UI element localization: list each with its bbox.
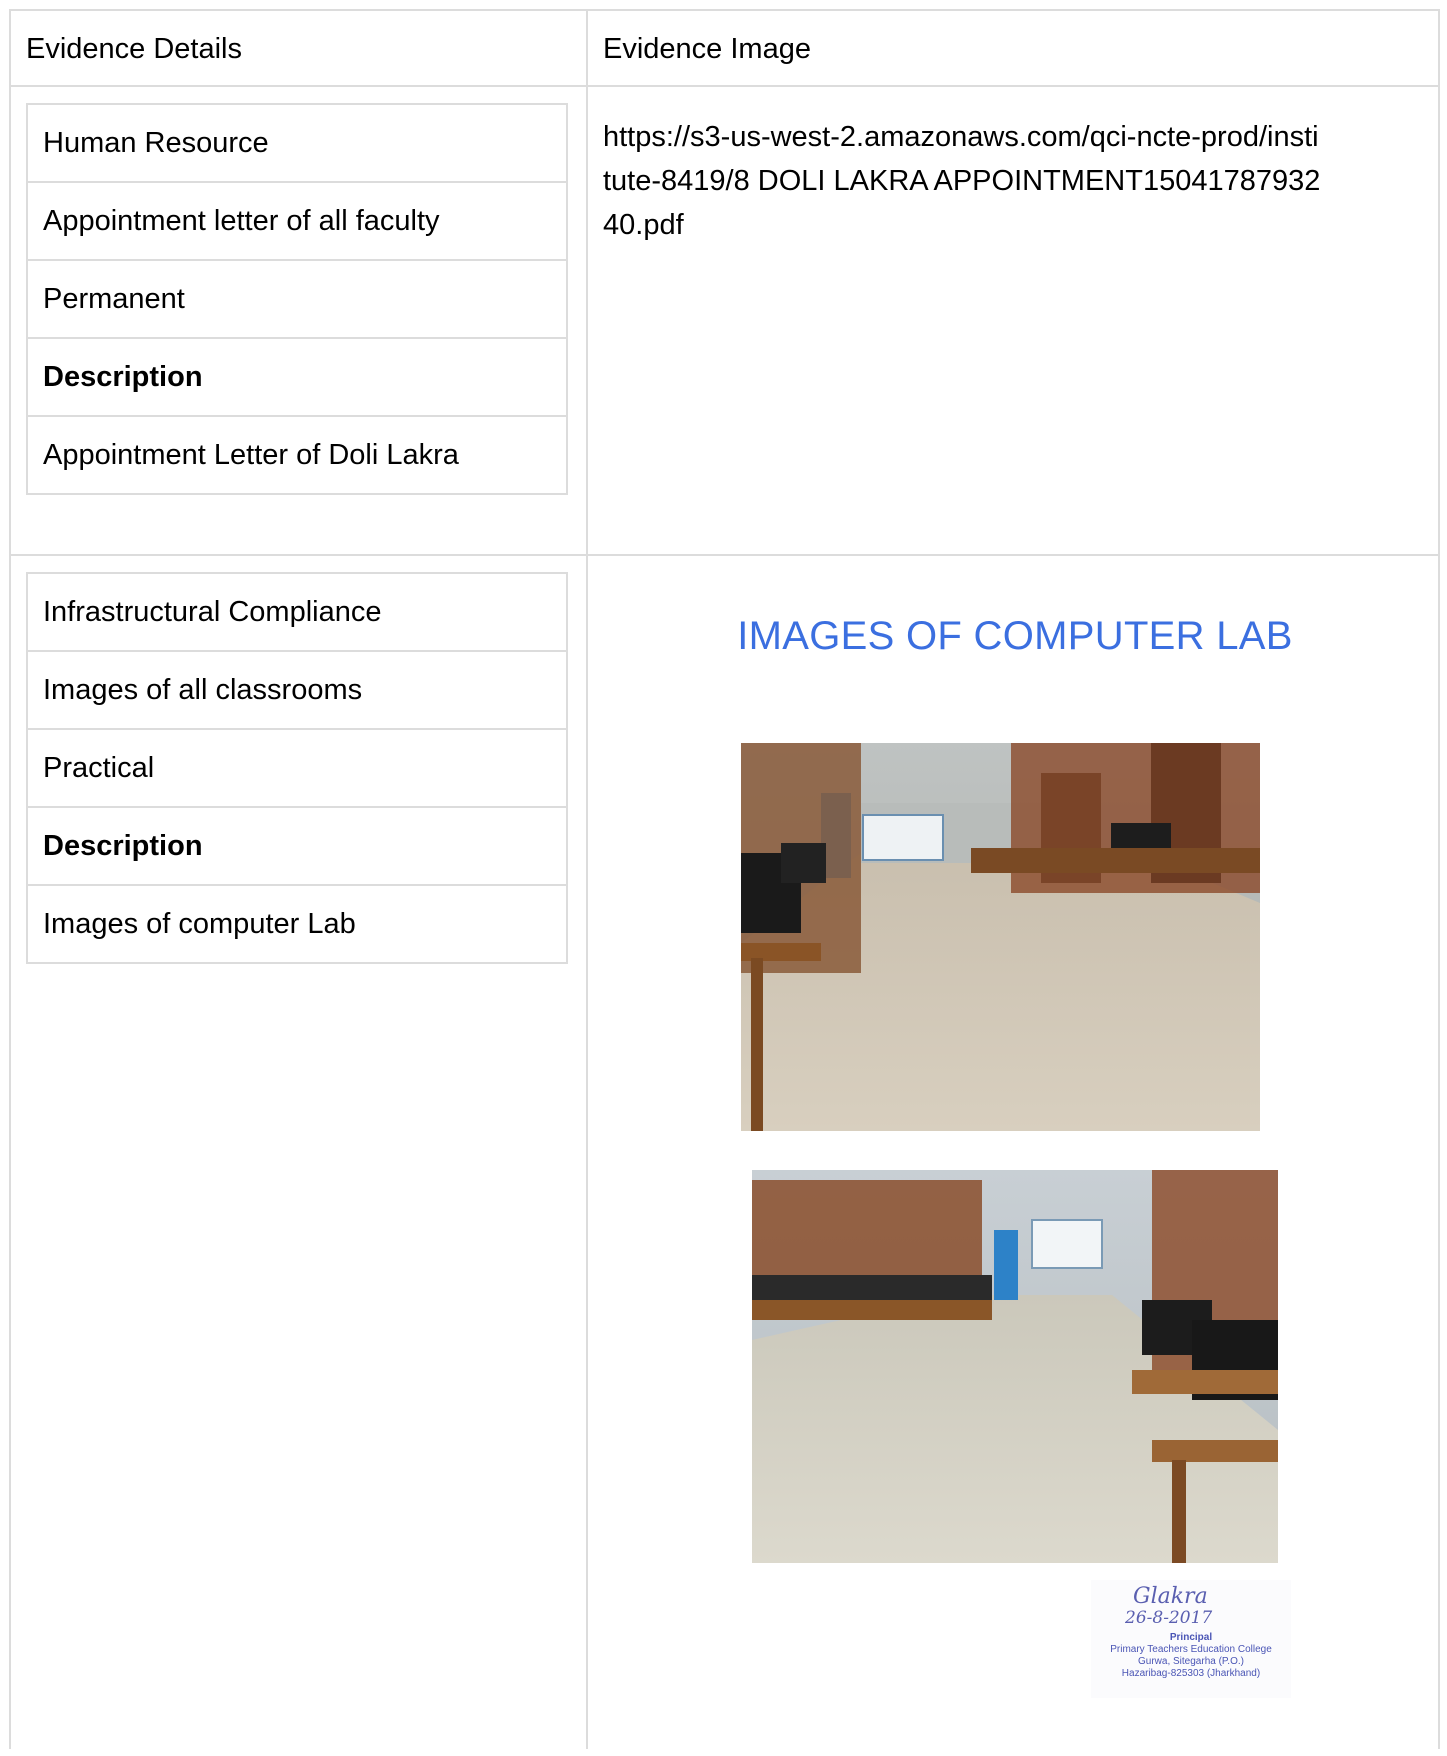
- details-type: Permanent: [28, 261, 566, 339]
- evidence-details-list: Infrastructural Compliance Images of all…: [26, 572, 568, 964]
- stamp-date: 26-8-2017: [1125, 1608, 1213, 1628]
- details-category: Infrastructural Compliance: [28, 574, 566, 652]
- details-description-value: Images of computer Lab: [43, 908, 356, 940]
- evidence-table: Evidence Details Evidence Image Human Re…: [9, 9, 1440, 1749]
- stamp-address-1: Gurwa, Sitegarha (P.O.): [1138, 1656, 1244, 1667]
- table-header-row: Evidence Details Evidence Image: [11, 11, 1438, 87]
- table-row: Human Resource Appointment letter of all…: [11, 87, 1438, 556]
- computer-lab-photo: [752, 1170, 1278, 1563]
- principal-stamp: Glakra 26-8-2017 Principal Primary Teach…: [1091, 1580, 1291, 1698]
- details-category: Human Resource: [28, 105, 566, 183]
- evidence-image-title: IMAGES OF COMPUTER LAB: [737, 614, 1293, 658]
- details-description-value: Appointment Letter of Doli Lakra: [43, 439, 459, 471]
- stamp-address-2: Hazaribag-825303 (Jharkhand): [1121, 1668, 1261, 1679]
- table-row: Infrastructural Compliance Images of all…: [11, 556, 1438, 1756]
- header-evidence-details: Evidence Details: [26, 33, 242, 65]
- stamp-title: Principal: [1169, 1632, 1213, 1643]
- details-type: Practical: [28, 730, 566, 808]
- details-description-label: Description: [28, 339, 566, 417]
- stamp-org: Primary Teachers Education College: [1110, 1644, 1272, 1655]
- computer-lab-photo: [741, 743, 1260, 1131]
- details-description-label: Description: [28, 808, 566, 886]
- details-criterion: Images of all classrooms: [28, 652, 566, 730]
- header-evidence-image: Evidence Image: [603, 33, 811, 65]
- evidence-details-list: Human Resource Appointment letter of all…: [26, 103, 568, 495]
- details-criterion: Appointment letter of all faculty: [28, 183, 566, 261]
- principal-signature: Glakra: [1133, 1584, 1208, 1609]
- evidence-link[interactable]: https://s3-us-west-2.amazonaws.com/qci-n…: [603, 115, 1323, 247]
